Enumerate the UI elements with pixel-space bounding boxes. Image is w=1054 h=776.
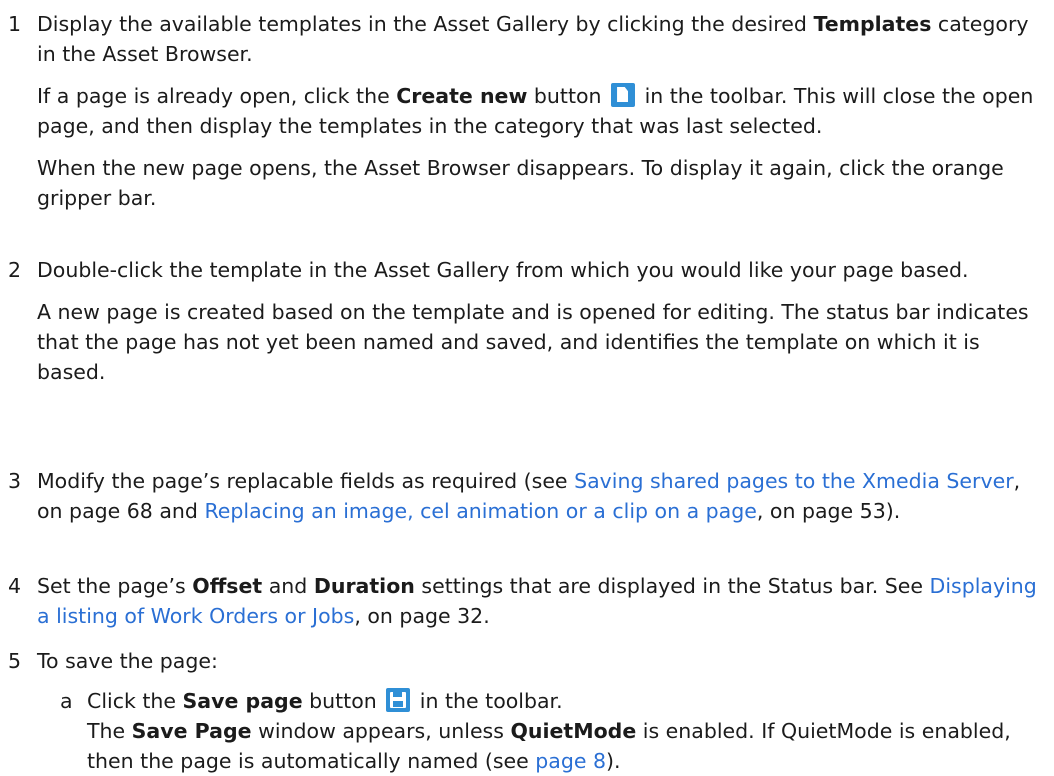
quietmode-term: QuietMode: [510, 719, 637, 743]
save-page-window-term: Save Page: [131, 719, 252, 743]
step-3-paragraph: Modify the page’s replacable fields as r…: [37, 469, 1021, 523]
step-body: Modify the page’s replacable fields as r…: [37, 466, 1042, 526]
step-body: Set the page’s Offset and Duration setti…: [37, 571, 1042, 631]
step-number: 2: [8, 258, 22, 282]
step-2-paragraph-1: Double-click the template in the Asset G…: [37, 258, 969, 282]
templates-term: Templates: [813, 12, 932, 36]
step-body: Display the available templates in the A…: [37, 9, 1042, 213]
step-2-paragraph-2: A new page is created based on the templ…: [37, 300, 1029, 384]
create-new-term: Create new: [396, 84, 528, 108]
step-number: 5: [8, 649, 22, 673]
link-replacing-image[interactable]: Replacing an image, cel animation or a c…: [204, 499, 756, 523]
step-1-paragraph-3: When the new page opens, the Asset Brows…: [37, 156, 1004, 210]
step-number: 1: [8, 12, 22, 36]
save-page-icon: [386, 688, 411, 712]
step-number: 3: [8, 469, 22, 493]
substep-line-2: The Save Page window appears, unless Qui…: [87, 719, 1011, 773]
step-body: Double-click the template in the Asset G…: [37, 255, 1042, 387]
substep-letter: a: [60, 689, 73, 713]
duration-term: Duration: [313, 574, 415, 598]
document-page: 1 Display the available templates in the…: [0, 0, 1054, 773]
step-1-paragraph-2: If a page is already open, click the Cre…: [37, 83, 1034, 138]
link-saving-shared-pages[interactable]: Saving shared pages to the Xmedia Server: [574, 469, 1014, 493]
step-4-paragraph: Set the page’s Offset and Duration setti…: [37, 574, 1037, 628]
substep-body: Click the Save page button in the toolba…: [87, 686, 1042, 776]
substep-line-1: Click the Save page button in the toolba…: [87, 688, 563, 713]
save-page-term: Save page: [182, 689, 303, 713]
step-5-paragraph: To save the page:: [37, 649, 218, 673]
step-number: 4: [8, 574, 22, 598]
step-1-paragraph-1: Display the available templates in the A…: [37, 12, 1029, 66]
offset-term: Offset: [192, 574, 263, 598]
create-new-page-icon: [611, 83, 636, 107]
link-page-8[interactable]: page 8: [535, 749, 606, 773]
step-body: To save the page:: [37, 646, 1042, 676]
